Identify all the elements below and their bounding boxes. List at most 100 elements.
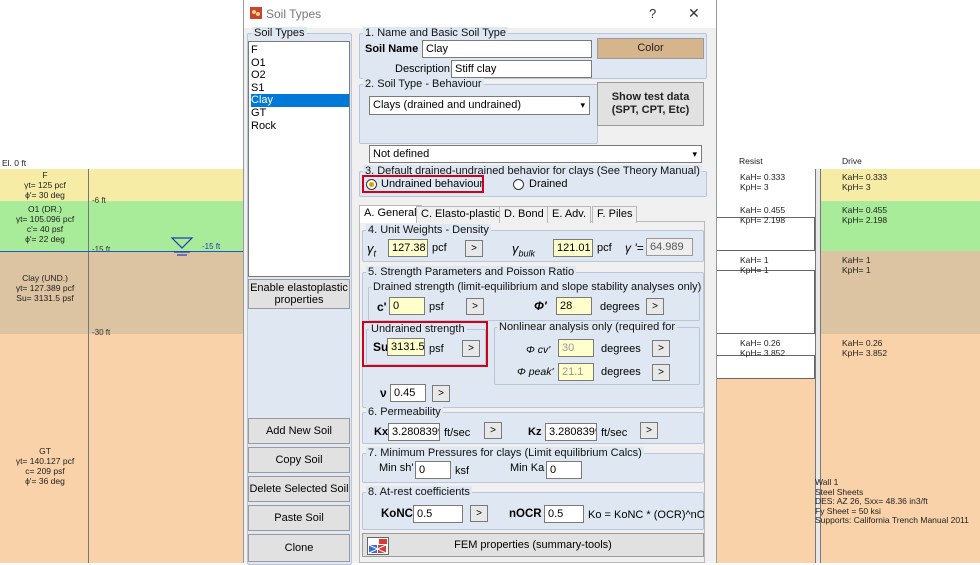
soil-type-value: Clays (drained and undrained) <box>373 99 521 111</box>
phi-label: Φ' <box>534 299 547 313</box>
list-item[interactable]: O1 <box>251 57 349 70</box>
paste-soil-button[interactable]: Paste Soil <box>248 505 350 531</box>
gamma-t-button[interactable]: > <box>465 240 483 257</box>
help-button[interactable]: ? <box>649 6 656 21</box>
add-new-soil-button[interactable]: Add New Soil <box>248 418 350 444</box>
soil-name-input[interactable]: Clay <box>422 40 592 58</box>
layer-clay: Clay (UND.) γt= 127.389 pcf Su= 3131.5 p… <box>0 251 243 334</box>
gamma-t-label: γt <box>367 241 376 259</box>
resist-value: KaH= 0.333 <box>740 172 786 182</box>
layer-gt: GT γt= 140.127 pcf c= 209 psf ϕ'= 36 deg <box>0 334 243 563</box>
soil-types-group-title: Soil Types <box>252 27 307 39</box>
layer-prop: ϕ'= 22 deg <box>25 234 65 244</box>
app-icon <box>250 7 262 19</box>
undrained-radio[interactable] <box>366 179 377 190</box>
tab-adv[interactable]: E. Adv. <box>547 206 592 223</box>
gamma-t-input[interactable]: 127.38 <box>388 239 428 257</box>
min-ka-input[interactable]: 0 <box>546 461 582 479</box>
kz-button[interactable]: > <box>640 422 658 439</box>
list-item[interactable]: S1 <box>251 82 349 95</box>
layer-prop: c'= 40 psf <box>26 224 64 234</box>
konc-input[interactable]: 0.5 <box>413 505 463 523</box>
phi-input[interactable]: 28 <box>556 297 592 315</box>
c-button[interactable]: > <box>466 298 484 315</box>
poisson-button[interactable]: > <box>432 385 450 402</box>
kx-label: Kx <box>374 426 389 438</box>
su-button[interactable]: > <box>462 340 480 357</box>
soil-name-label: Soil Name <box>365 43 419 55</box>
ko-formula: Ko = KoNC * (OCR)^nOCR <box>588 509 704 521</box>
layer-prop: ϕ'= 36 deg <box>25 476 65 486</box>
resist-value: KaH= 0.455 <box>740 205 786 215</box>
drive-row: KaH= 0.26 KpH= 3.852 <box>842 338 887 358</box>
c-input[interactable]: 0 <box>389 297 425 315</box>
group-title: Nonlinear analysis only (required for cl… <box>497 321 677 333</box>
resist-value: KpH= 3.852 <box>740 348 786 358</box>
tab-general[interactable]: A. General <box>359 205 422 223</box>
group-title: Drained strength (limit-equilibrium and … <box>371 281 704 293</box>
su-input[interactable]: 3131.5 <box>387 338 425 356</box>
close-icon[interactable]: ✕ <box>688 5 700 22</box>
phi-button[interactable]: > <box>646 298 664 315</box>
list-item[interactable]: GT <box>251 107 349 120</box>
phi-cv-button[interactable]: > <box>652 340 670 357</box>
list-item[interactable]: Rock <box>251 120 349 133</box>
soil-type-select[interactable]: Clays (drained and undrained) ▾ <box>369 96 590 115</box>
undrained-label[interactable]: Undrained behaviour <box>381 178 483 190</box>
drained-label[interactable]: Drained <box>529 178 568 190</box>
enable-elastoplastic-button[interactable]: Enable elastoplastic properties <box>248 279 350 309</box>
kx-input[interactable]: 3.2808399 <box>388 423 440 441</box>
description-input[interactable]: Stiff clay <box>451 60 592 78</box>
tab-bond[interactable]: D. Bond <box>499 206 549 223</box>
kz-input[interactable]: 3.2808399 <box>545 423 597 441</box>
drive-value: KpH= 2.198 <box>842 215 888 225</box>
section-title: 7. Minimum Pressures for clays (Limit eq… <box>366 447 644 459</box>
fem-icon <box>367 537 389 555</box>
layer-prop: ϕ'= 30 deg <box>25 190 65 200</box>
min-sh-input[interactable]: 0 <box>415 461 451 479</box>
copy-soil-button[interactable]: Copy Soil <box>248 447 350 473</box>
phi-peak-button[interactable]: > <box>652 364 670 381</box>
konc-label: KoNC <box>381 508 413 520</box>
drive-title: Drive <box>842 156 862 166</box>
section-title: 4. Unit Weights - Density <box>366 224 491 236</box>
nocr-input[interactable]: 0.5 <box>544 505 584 523</box>
water-table-line <box>0 251 243 252</box>
layer-name: O1 (DR.) <box>28 204 62 214</box>
list-item-selected[interactable]: Clay <box>251 94 349 107</box>
window-title: Soil Types <box>266 7 322 21</box>
color-button[interactable]: Color <box>597 38 704 59</box>
show-test-data-button[interactable]: Show test data (SPT, CPT, Etc) <box>597 82 704 126</box>
definition-select[interactable]: Not defined ▾ <box>369 145 702 163</box>
clone-button[interactable]: Clone <box>248 534 350 562</box>
resist-value: KpH= 1 <box>740 265 769 275</box>
section-title: 2. Soil Type - Behaviour <box>363 78 484 90</box>
phi-cv-input[interactable]: 30 <box>558 339 594 357</box>
layer-prop: Su= 3131.5 psf <box>16 293 74 303</box>
title-bar[interactable]: Soil Types ? ✕ <box>244 0 716 28</box>
konc-button[interactable]: > <box>470 505 488 522</box>
wall-info: Wall 1 Steel Sheets DES: AZ 26, Sxx= 48.… <box>815 477 969 526</box>
drive-value: KaH= 0.333 <box>842 172 888 182</box>
min-sh-unit: ksf <box>455 465 470 477</box>
tab-piles[interactable]: F. Piles <box>592 206 638 223</box>
poisson-input[interactable]: 0.45 <box>390 384 426 402</box>
list-item[interactable]: F <box>251 44 349 57</box>
kz-unit: ft/sec <box>601 427 628 439</box>
phi-peak-input[interactable]: 21.1 <box>558 363 594 381</box>
delete-soil-button[interactable]: Delete Selected Soil <box>248 476 350 502</box>
phi-peak-unit: degrees <box>601 366 641 378</box>
kx-button[interactable]: > <box>484 422 502 439</box>
min-ka-label: Min Ka <box>510 462 545 474</box>
tab-elasto-plastic[interactable]: C. Elasto-plastic <box>416 206 506 223</box>
soil-list[interactable]: F O1 O2 S1 Clay GT Rock <box>248 41 350 277</box>
chevron-down-icon: ▾ <box>580 100 585 110</box>
phi-peak-label: Φ peak' <box>517 366 554 378</box>
c-label: c' <box>377 300 387 314</box>
drained-radio[interactable] <box>513 179 524 190</box>
gamma-bulk-input[interactable]: 121.01 <box>553 239 593 257</box>
list-item[interactable]: O2 <box>251 69 349 82</box>
layer-prop: γt= 140.127 pcf <box>15 456 75 466</box>
fem-properties-button[interactable]: FEM properties (summary-tools) <box>362 533 704 557</box>
resist-value: KaH= 1 <box>740 255 769 265</box>
